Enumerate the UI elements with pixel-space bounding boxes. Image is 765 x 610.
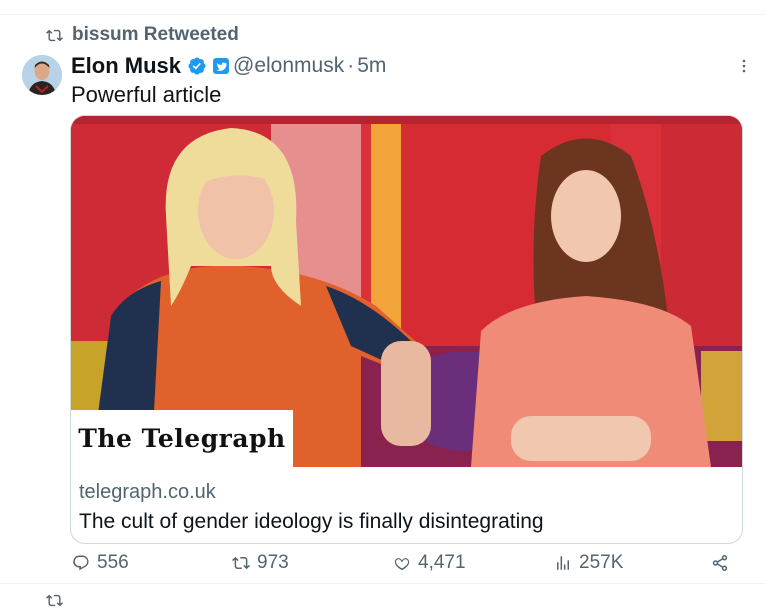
views-button[interactable]: 257K: [554, 548, 623, 578]
share-button[interactable]: [711, 548, 729, 578]
reply-button[interactable]: 556: [72, 548, 129, 578]
tweet-actions: 556 973 4,471 257K: [0, 548, 765, 578]
separator-dot: ·: [347, 54, 355, 77]
author-name[interactable]: Elon Musk: [71, 53, 181, 79]
retweet-count: 973: [257, 552, 289, 573]
author-handle[interactable]: @elonmusk: [233, 54, 344, 78]
more-options-icon[interactable]: [740, 58, 748, 74]
retweet-label: bissum Retweeted: [72, 24, 239, 45]
next-retweet-icon: [46, 594, 63, 606]
affiliate-badge-icon[interactable]: [213, 58, 230, 74]
top-divider: [0, 14, 765, 15]
verified-badge-icon[interactable]: [187, 56, 207, 76]
tweet-text: Powerful article: [71, 82, 222, 107]
publisher-logo-text: The Telegraph: [78, 424, 286, 453]
retweet-button[interactable]: 973: [232, 548, 289, 578]
bottom-divider: [0, 583, 765, 584]
tweet-header: Elon Musk @elonmusk · 5m: [71, 52, 386, 80]
views-count: 257K: [579, 552, 624, 573]
retweet-context[interactable]: bissum Retweeted: [46, 22, 239, 48]
avatar[interactable]: [22, 55, 62, 95]
retweet-action-icon: [232, 556, 250, 570]
retweet-icon: [46, 29, 63, 41]
reply-count: 556: [97, 552, 129, 573]
share-icon: [712, 555, 728, 571]
card-title[interactable]: The cult of gender ideology is finally d…: [79, 510, 544, 534]
publisher-logo: The Telegraph: [71, 410, 293, 467]
link-card[interactable]: The Telegraph telegraph.co.uk The cult o…: [70, 115, 743, 544]
like-count: 4,471: [418, 552, 466, 573]
analytics-icon: [557, 556, 569, 570]
timestamp[interactable]: 5m: [357, 54, 386, 78]
reply-icon: [73, 555, 89, 571]
heart-icon: [394, 558, 410, 571]
like-button[interactable]: 4,471: [393, 548, 466, 578]
next-tweet-context[interactable]: [46, 590, 63, 610]
card-domain[interactable]: telegraph.co.uk: [79, 481, 216, 504]
